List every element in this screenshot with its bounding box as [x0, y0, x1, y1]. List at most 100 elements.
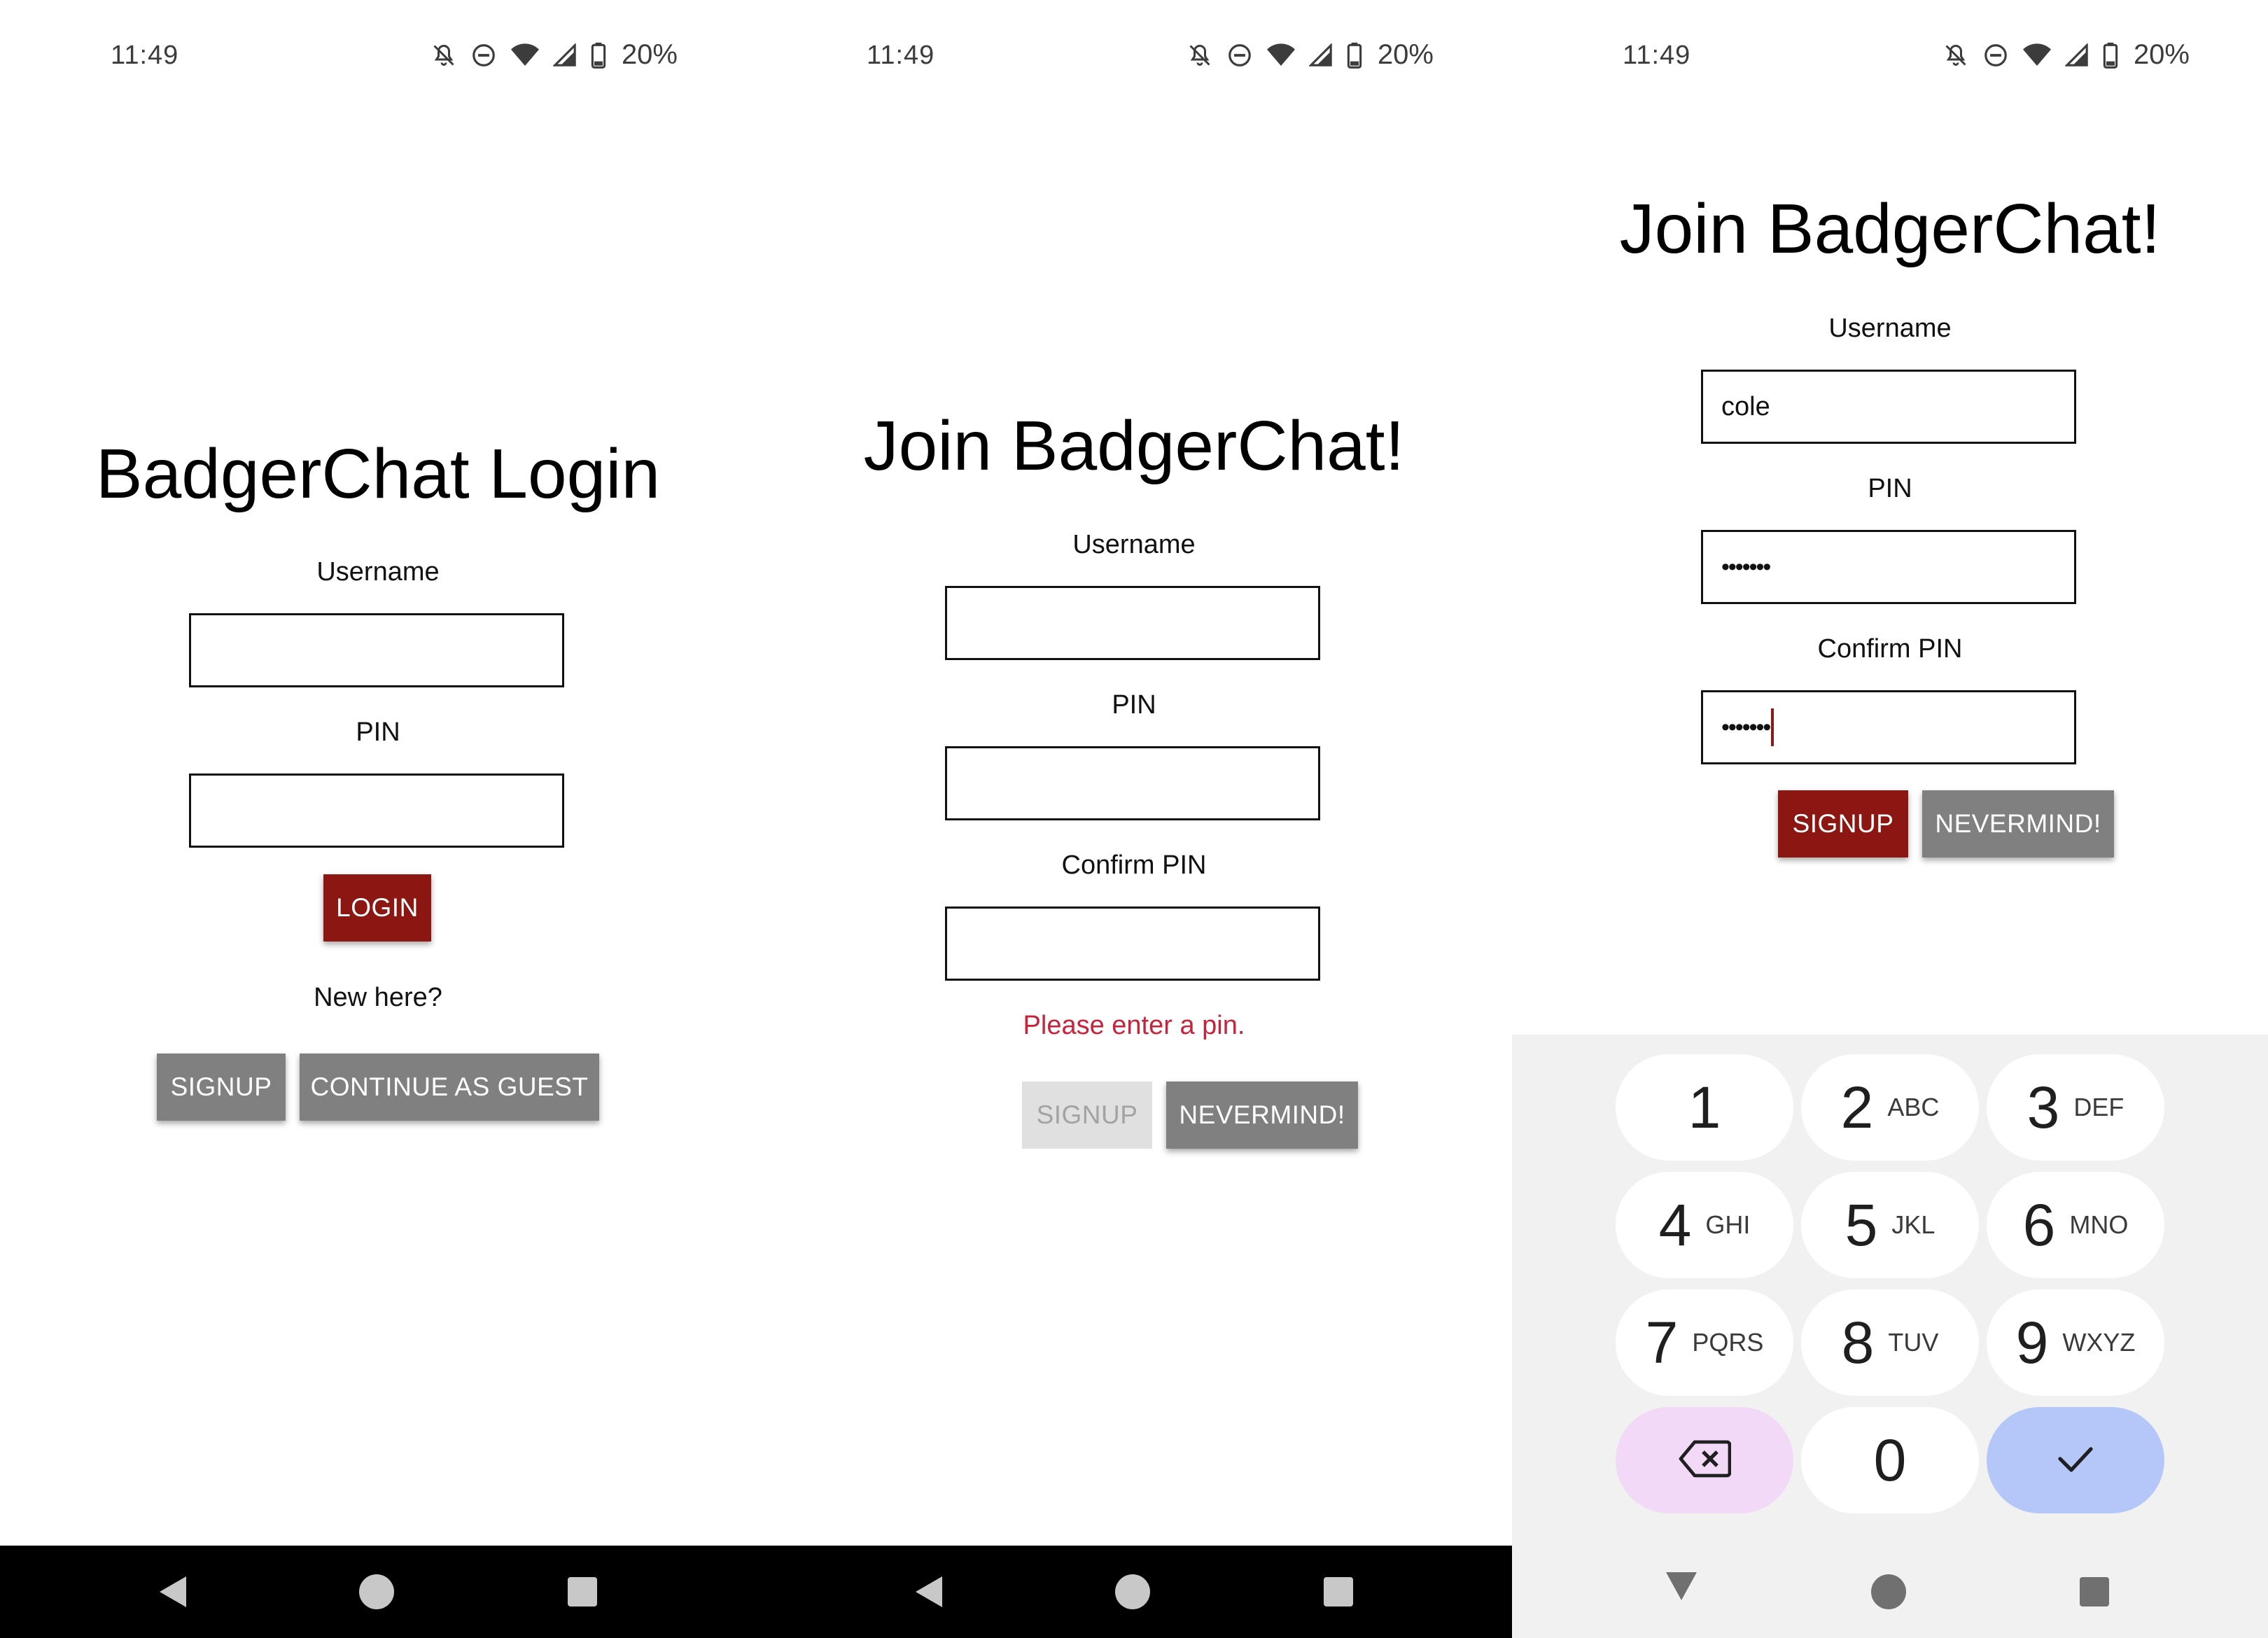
nevermind-button[interactable]: NEVERMIND! — [1166, 1082, 1358, 1149]
pin-input[interactable] — [189, 774, 564, 848]
key-9[interactable]: 9 WXYZ — [1987, 1289, 2164, 1396]
pin-label: PIN — [356, 718, 400, 747]
key-6[interactable]: 6 MNO — [1987, 1172, 2164, 1278]
username-value: cole — [1721, 391, 1770, 421]
wifi-icon — [1266, 43, 1295, 67]
username-label: Username — [1072, 530, 1196, 559]
key-digit: 4 — [1658, 1191, 1692, 1258]
battery-icon — [1347, 42, 1362, 69]
username-input[interactable] — [189, 613, 564, 687]
pin-input[interactable]: ••••••• — [1701, 530, 2076, 604]
key-letters: ABC — [1887, 1093, 1940, 1121]
key-digit: 6 — [2022, 1191, 2056, 1258]
signup-button[interactable]: SIGNUP — [1022, 1082, 1152, 1149]
nevermind-button[interactable]: NEVERMIND! — [1922, 790, 2114, 858]
status-time: 11:49 — [111, 41, 179, 70]
key-7[interactable]: 7 PQRS — [1616, 1289, 1793, 1396]
status-bar: 11:49 20% — [1512, 0, 2268, 112]
bell-off-icon — [1943, 42, 1968, 69]
key-digit: 1 — [1688, 1074, 1721, 1140]
recents-icon[interactable] — [2079, 1576, 2110, 1611]
battery-percent: 20% — [621, 39, 678, 70]
back-icon[interactable] — [157, 1574, 189, 1614]
confirm-pin-input[interactable]: ••••••• — [1701, 690, 2076, 764]
key-3[interactable]: 3 DEF — [1987, 1054, 2164, 1161]
signup-screen-error: 11:49 20% Join BadgerChat! Username PIN … — [756, 0, 1512, 1638]
pin-value: ••••••• — [1721, 553, 1771, 580]
login-button[interactable]: LOGIN — [323, 874, 431, 941]
battery-icon — [591, 42, 606, 69]
confirm-pin-label: Confirm PIN — [1061, 850, 1207, 880]
key-4[interactable]: 4 GHI — [1616, 1172, 1793, 1278]
key-5[interactable]: 5 JKL — [1801, 1172, 1979, 1278]
status-bar: 11:49 20% — [0, 0, 756, 112]
bell-off-icon — [1187, 42, 1212, 69]
do-not-disturb-icon — [1982, 42, 2009, 69]
key-digit: 2 — [1840, 1074, 1874, 1140]
key-1[interactable]: 1 — [1616, 1054, 1793, 1161]
battery-percent: 20% — [2133, 39, 2190, 70]
key-letters: DEF — [2073, 1093, 2124, 1121]
key-letters: GHI — [1705, 1210, 1751, 1239]
confirm-pin-label: Confirm PIN — [1817, 634, 1963, 664]
signup-button[interactable]: SIGNUP — [157, 1054, 286, 1121]
pin-label: PIN — [1868, 474, 1912, 503]
confirm-pin-input[interactable] — [945, 906, 1320, 981]
recents-icon[interactable] — [1323, 1576, 1354, 1611]
status-bar: 11:49 20% — [756, 0, 1512, 112]
key-8[interactable]: 8 TUV — [1801, 1289, 1979, 1396]
key-letters: PQRS — [1692, 1328, 1764, 1357]
key-2[interactable]: 2 ABC — [1801, 1054, 1979, 1161]
signal-icon — [1308, 43, 1333, 67]
confirm-pin-value: ••••••• — [1721, 713, 1771, 741]
page-title: Join BadgerChat! — [1619, 190, 2161, 268]
navigation-bar — [0, 1546, 756, 1638]
username-input[interactable] — [945, 586, 1320, 660]
battery-icon — [2103, 42, 2118, 69]
wifi-icon — [2022, 43, 2051, 67]
signal-icon — [2064, 43, 2089, 67]
home-icon[interactable] — [1114, 1574, 1151, 1614]
pin-label: PIN — [1112, 690, 1156, 720]
navigation-bar — [756, 1546, 1512, 1638]
status-icons: 20% — [1187, 39, 1434, 71]
back-icon[interactable] — [913, 1574, 945, 1614]
key-letters: MNO — [2069, 1210, 2129, 1239]
backspace-key[interactable] — [1616, 1407, 1793, 1513]
done-key[interactable] — [1987, 1407, 2164, 1513]
wifi-icon — [510, 43, 539, 67]
battery-percent: 20% — [1377, 39, 1434, 70]
do-not-disturb-icon — [470, 42, 497, 69]
status-icons: 20% — [431, 39, 678, 71]
status-time: 11:49 — [1623, 41, 1691, 70]
key-0[interactable]: 0 — [1801, 1407, 1979, 1513]
key-letters: WXYZ — [2062, 1328, 2136, 1357]
pin-input[interactable] — [945, 746, 1320, 820]
new-here-text: New here? — [314, 983, 442, 1012]
continue-as-guest-button[interactable]: CONTINUE AS GUEST — [300, 1054, 599, 1121]
key-digit: 8 — [1841, 1309, 1875, 1376]
key-digit: 7 — [1645, 1309, 1679, 1376]
hide-keyboard-icon[interactable] — [1663, 1569, 1700, 1605]
status-icons: 20% — [1943, 39, 2190, 71]
navigation-bar — [1512, 1546, 2268, 1638]
login-screen: 11:49 20% BadgerChat Login Username PIN … — [0, 0, 756, 1638]
signal-icon — [552, 43, 577, 67]
key-digit: 0 — [1873, 1427, 1907, 1493]
recents-icon[interactable] — [567, 1576, 598, 1611]
check-icon — [2056, 1443, 2095, 1478]
backspace-icon — [1678, 1439, 1732, 1482]
page-title: Join BadgerChat! — [863, 407, 1405, 485]
signup-button[interactable]: SIGNUP — [1778, 790, 1908, 858]
username-input[interactable]: cole — [1701, 370, 2076, 444]
error-message: Please enter a pin. — [1023, 1011, 1245, 1040]
bell-off-icon — [431, 42, 456, 69]
username-label: Username — [316, 557, 440, 587]
text-cursor — [1771, 708, 1774, 746]
home-icon[interactable] — [1870, 1574, 1907, 1614]
key-digit: 9 — [2015, 1309, 2049, 1376]
status-time: 11:49 — [867, 41, 935, 70]
home-icon[interactable] — [358, 1574, 395, 1614]
signup-screen-filled: 11:49 20% Join BadgerChat! Username cole… — [1512, 0, 2268, 1638]
do-not-disturb-icon — [1226, 42, 1253, 69]
